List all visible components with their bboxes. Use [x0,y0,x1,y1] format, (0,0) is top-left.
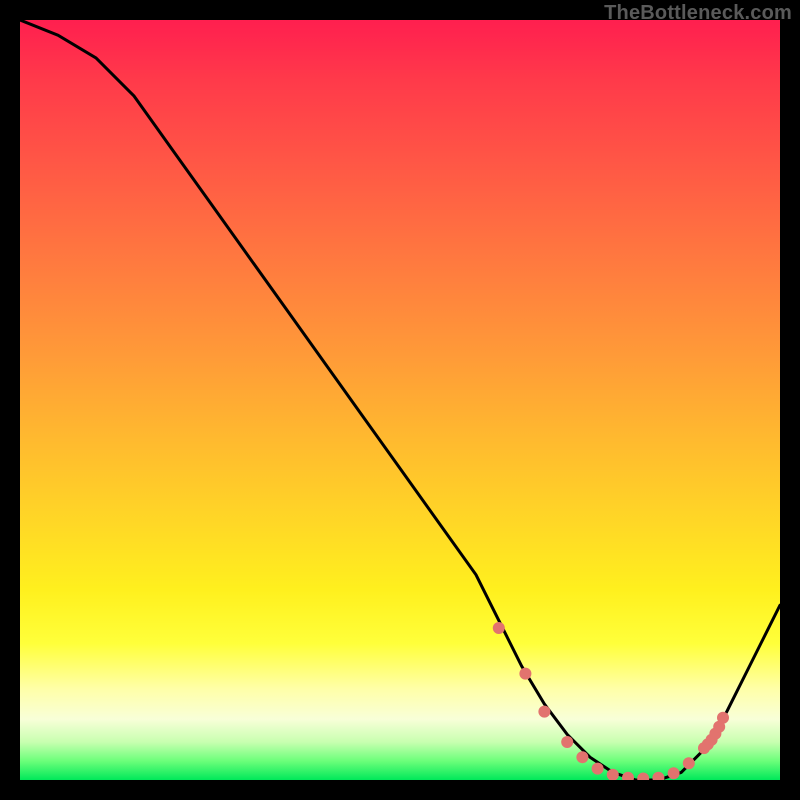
curve-layer [20,20,780,780]
highlight-markers [493,622,729,780]
highlight-dot [493,622,505,634]
highlight-dot [652,772,664,780]
highlight-dot [561,736,573,748]
plot-area [20,20,780,780]
highlight-dot [576,751,588,763]
highlight-dot [538,706,550,718]
highlight-dot [668,767,680,779]
watermark-text: TheBottleneck.com [604,2,792,25]
highlight-dot [592,763,604,775]
chart-frame: TheBottleneck.com [0,0,800,800]
highlight-dot [717,712,729,724]
highlight-dot [683,757,695,769]
highlight-dot [519,668,531,680]
highlight-dot [622,772,634,780]
highlight-dot [637,773,649,781]
bottleneck-curve [20,20,780,780]
